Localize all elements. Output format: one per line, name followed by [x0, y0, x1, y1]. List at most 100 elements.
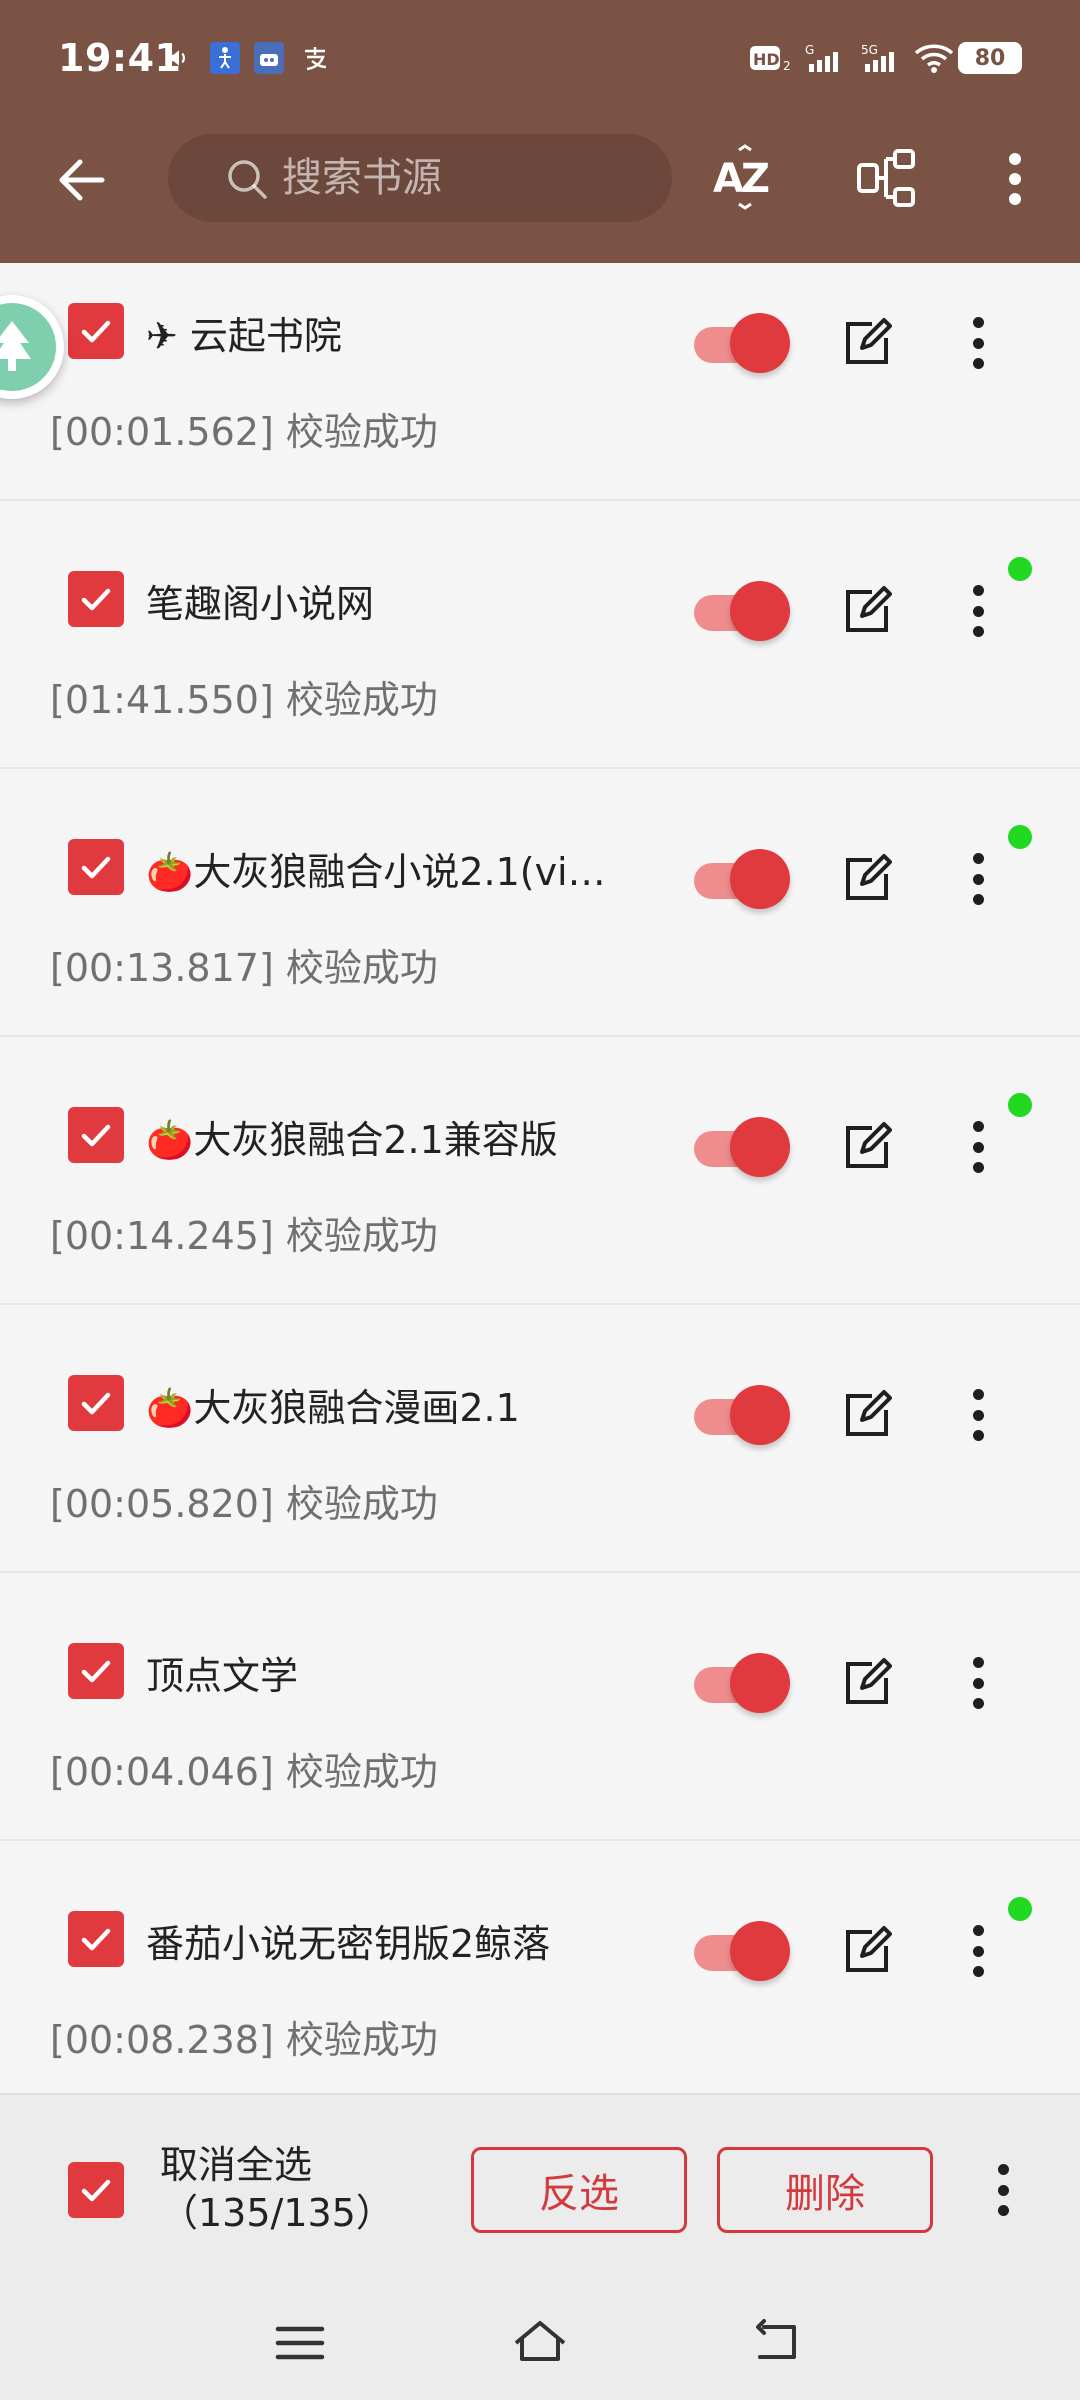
item-more-button[interactable]	[950, 1921, 1006, 1981]
list-item[interactable]: 🍅大灰狼融合2.1兼容版 [00:14.245] 校验成功	[0, 1037, 1080, 1305]
item-checkbox[interactable]	[68, 571, 124, 627]
source-status: [00:13.817] 校验成功	[50, 946, 438, 990]
new-indicator-dot	[1008, 557, 1032, 581]
system-nav-bar	[0, 2283, 1080, 2400]
search-icon	[228, 160, 267, 199]
selection-count: （135/135）	[160, 2191, 394, 2235]
item-more-button[interactable]	[950, 849, 1006, 909]
overflow-menu-button[interactable]	[980, 144, 1050, 214]
select-all-checkbox[interactable]	[68, 2162, 124, 2218]
selection-action-bar: 取消全选 （135/135） 反选 删除	[0, 2093, 1080, 2283]
check-icon	[81, 1928, 111, 1951]
check-icon	[81, 1660, 111, 1683]
check-icon	[81, 2179, 111, 2202]
item-checkbox[interactable]	[68, 303, 124, 359]
menu-icon[interactable]	[270, 2313, 330, 2373]
source-name: 🍅大灰狼融合小说2.1(vi…	[146, 850, 606, 894]
status-time: 19:41	[58, 36, 182, 80]
new-indicator-dot	[1008, 1093, 1032, 1117]
deselect-all-text: 取消全选	[160, 2143, 313, 2187]
item-checkbox[interactable]	[68, 839, 124, 895]
svg-text:2: 2	[783, 59, 791, 73]
accessibility-icon	[210, 42, 240, 74]
edit-icon[interactable]	[842, 586, 892, 636]
list-item[interactable]: ✈ 云起书院 [00:01.562] 校验成功	[0, 263, 1080, 501]
source-name: ✈ 云起书院	[146, 314, 342, 358]
item-checkbox[interactable]	[68, 1107, 124, 1163]
back-nav-icon[interactable]	[750, 2313, 810, 2373]
source-name: 笔趣阁小说网	[146, 582, 375, 626]
enable-switch[interactable]	[690, 1117, 794, 1177]
volume-icon	[165, 42, 193, 74]
home-icon[interactable]	[510, 2313, 570, 2373]
source-status: [00:14.245] 校验成功	[50, 1214, 438, 1258]
svg-text:5G: 5G	[861, 43, 878, 57]
battery-indicator: 80	[958, 42, 1022, 74]
source-name: 顶点文学	[146, 1654, 299, 1698]
group-button[interactable]	[852, 144, 922, 214]
check-icon	[81, 1392, 111, 1415]
svg-text:HD: HD	[753, 50, 780, 69]
group-icon	[857, 149, 915, 207]
alipay-icon	[298, 42, 332, 74]
source-status: [00:01.562] 校验成功	[50, 410, 438, 454]
more-vert-icon	[1009, 153, 1021, 205]
list-item[interactable]: 🍅大灰狼融合小说2.1(vi… [00:13.817] 校验成功	[0, 769, 1080, 1037]
delete-button[interactable]: 删除	[717, 2147, 933, 2233]
svg-text:G: G	[805, 43, 814, 57]
item-more-button[interactable]	[950, 1653, 1006, 1713]
source-status: [01:41.550] 校验成功	[50, 678, 438, 722]
az-sort-icon: A Z	[713, 144, 770, 210]
edit-icon[interactable]	[842, 854, 892, 904]
list-item[interactable]: 番茄小说无密钥版2鲸落 [00:08.238] 校验成功	[0, 1841, 1080, 2093]
item-more-button[interactable]	[950, 1117, 1006, 1177]
item-checkbox[interactable]	[68, 1911, 124, 1967]
list-item[interactable]: 🍅大灰狼融合漫画2.1 [00:05.820] 校验成功	[0, 1305, 1080, 1573]
enable-switch[interactable]	[690, 313, 794, 373]
tree-icon	[0, 321, 31, 371]
item-more-button[interactable]	[950, 581, 1006, 641]
search-bar[interactable]	[168, 134, 672, 222]
enable-switch[interactable]	[690, 1921, 794, 1981]
new-indicator-dot	[1008, 825, 1032, 849]
list-item[interactable]: 笔趣阁小说网 [01:41.550] 校验成功	[0, 501, 1080, 769]
5g-signal-icon: 5G	[858, 42, 906, 74]
hd-icon: HD 2	[748, 42, 796, 74]
signal-icon: G	[802, 42, 850, 74]
item-checkbox[interactable]	[68, 1375, 124, 1431]
invert-selection-button[interactable]: 反选	[471, 2147, 687, 2233]
status-bar: 19:41 HD 2 G 5G 80	[0, 0, 1080, 110]
check-icon	[81, 320, 111, 343]
svg-text:A: A	[713, 156, 744, 202]
check-icon	[81, 1124, 111, 1147]
back-arrow-icon	[59, 159, 105, 201]
enable-switch[interactable]	[690, 1385, 794, 1445]
edit-icon[interactable]	[842, 1658, 892, 1708]
source-name: 番茄小说无密钥版2鲸落	[146, 1922, 551, 1966]
item-checkbox[interactable]	[68, 1643, 124, 1699]
action-bar-more-button[interactable]	[975, 2160, 1031, 2220]
svg-text:Z: Z	[741, 156, 770, 202]
app-bar: 19:41 HD 2 G 5G 80 搜索书源 A Z	[0, 0, 1080, 263]
search-input[interactable]	[282, 155, 642, 201]
enable-switch[interactable]	[690, 1653, 794, 1713]
wifi-icon	[912, 42, 956, 74]
edit-icon[interactable]	[842, 318, 892, 368]
edit-icon[interactable]	[842, 1390, 892, 1440]
list-item[interactable]: 顶点文学 [00:04.046] 校验成功	[0, 1573, 1080, 1841]
back-button[interactable]	[52, 150, 112, 210]
check-icon	[81, 588, 111, 611]
book-source-list: ✈ 云起书院 [00:01.562] 校验成功 笔趣阁小说网 [01:41.55…	[0, 263, 1080, 2093]
edit-icon[interactable]	[842, 1926, 892, 1976]
item-more-button[interactable]	[950, 1385, 1006, 1445]
edit-icon[interactable]	[842, 1122, 892, 1172]
enable-switch[interactable]	[690, 849, 794, 909]
enable-switch[interactable]	[690, 581, 794, 641]
source-name: 🍅大灰狼融合2.1兼容版	[146, 1118, 558, 1162]
select-all-label[interactable]: 取消全选 （135/135）	[160, 2141, 394, 2237]
sort-button[interactable]: A Z	[709, 144, 779, 214]
item-more-button[interactable]	[950, 313, 1006, 373]
check-icon	[81, 856, 111, 879]
source-status: [00:04.046] 校验成功	[50, 1750, 438, 1794]
source-name: 🍅大灰狼融合漫画2.1	[146, 1386, 520, 1430]
